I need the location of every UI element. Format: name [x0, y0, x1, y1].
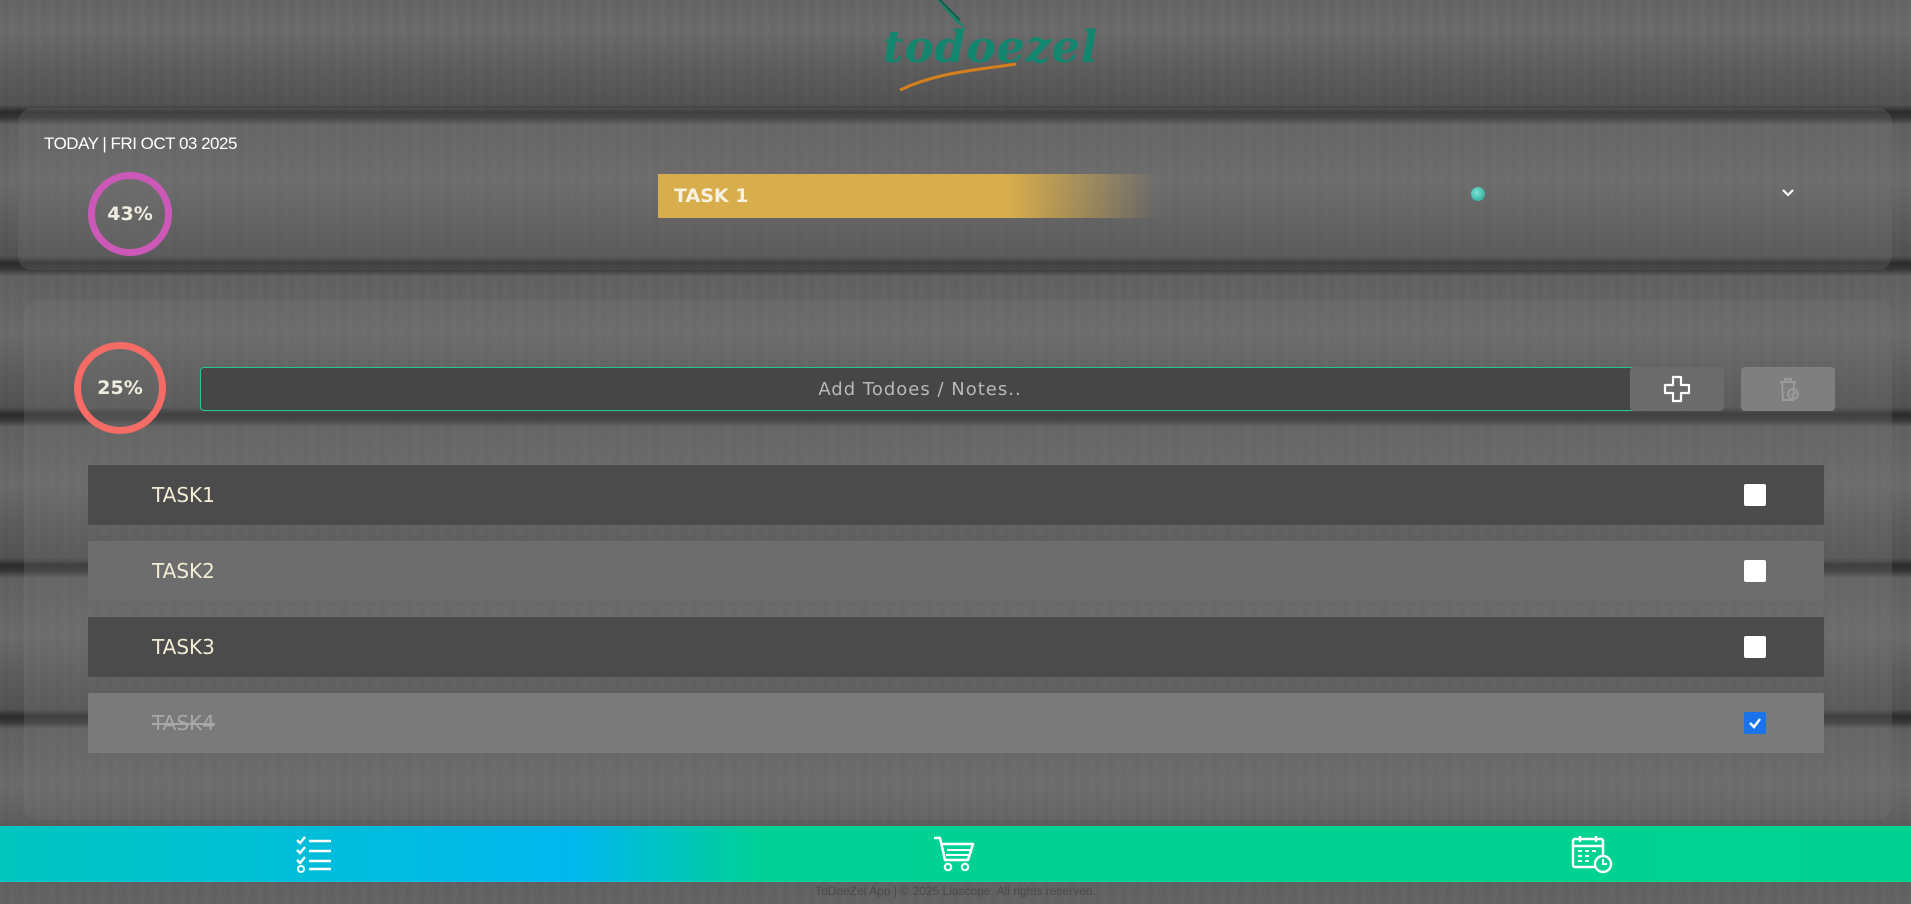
checklist-icon — [296, 836, 331, 873]
task-label: TASK2 — [152, 559, 215, 583]
trash-icon — [1780, 378, 1799, 401]
nav-todos[interactable] — [290, 832, 338, 876]
list-progress-label: 25% — [97, 377, 143, 399]
active-task-banner[interactable]: TASK 1 — [658, 174, 1158, 218]
task-label: TASK4 — [152, 711, 215, 735]
today-progress-label: 43% — [107, 203, 153, 225]
add-todo-button[interactable] — [1630, 367, 1724, 411]
task-label: TASK1 — [152, 483, 215, 507]
nav-shopping[interactable] — [930, 832, 978, 876]
app-logo: todoezel — [878, 0, 1097, 100]
task-row[interactable]: TASK1 — [88, 465, 1824, 525]
cart-icon — [934, 836, 975, 872]
footer-copyright: ToDoeZel App | © 2025 Liascope. All righ… — [815, 884, 1096, 898]
checkmark-icon — [1749, 718, 1761, 729]
task-checkbox[interactable] — [1744, 484, 1766, 506]
today-date-label: TODAY | FRI OCT 03 2025 — [44, 134, 237, 153]
clear-done-button[interactable] — [1741, 367, 1835, 411]
task-row[interactable]: TASK3 — [88, 617, 1824, 677]
task-row[interactable]: TASK4 — [88, 693, 1824, 753]
list-progress-ring: 25% — [74, 342, 166, 434]
plus-icon — [1663, 375, 1691, 403]
task-checkbox[interactable] — [1744, 636, 1766, 658]
task-label: TASK3 — [152, 635, 215, 659]
today-panel: TODAY | FRI OCT 03 2025 43% TASK 1 — [18, 108, 1892, 270]
active-task-name: TASK 1 — [674, 185, 749, 207]
bottom-nav — [0, 826, 1911, 882]
task-row[interactable]: TASK2 — [88, 541, 1824, 601]
nav-calendar[interactable] — [1568, 832, 1616, 876]
today-progress-ring: 43% — [88, 172, 172, 256]
status-dot-icon — [1471, 187, 1485, 201]
calendar-clock-icon — [1571, 836, 1613, 874]
todo-list-panel: 25% TASK1 TASK2 TASK3 TASK4 — [24, 300, 1892, 820]
chevron-down-icon[interactable] — [1778, 186, 1798, 202]
add-todo-input[interactable] — [200, 367, 1640, 411]
logo-swoosh — [899, 62, 1017, 92]
task-checkbox-checked[interactable] — [1744, 712, 1766, 734]
task-checkbox[interactable] — [1744, 560, 1766, 582]
